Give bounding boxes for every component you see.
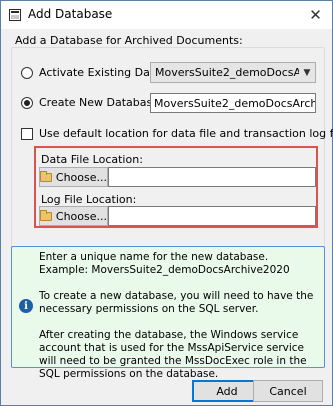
info-text: Enter a unique name for the new database… [39, 251, 318, 381]
new-database-name-field[interactable]: MoversSuite2_demoDocsArchive1 [150, 93, 316, 113]
folder-icon [40, 209, 52, 221]
add-button[interactable]: Add [192, 380, 262, 402]
cancel-button[interactable]: Cancel [253, 380, 323, 402]
add-database-dialog: Add Database ✕ Add a Database for Archiv… [0, 0, 333, 406]
create-new-option[interactable]: Create New Database: [21, 96, 163, 109]
default-location-label: Use default location for data file and t… [39, 127, 333, 140]
activate-existing-radio[interactable] [21, 66, 33, 79]
info-panel: i Enter a unique name for the new databa… [11, 246, 325, 380]
info-permissions-text: To create a new database, you will need … [39, 290, 314, 315]
existing-database-value: MoversSuite2_demoDocsArchive2 [155, 66, 299, 79]
info-icon: i [19, 299, 33, 313]
title-bar: Add Database ✕ [1, 1, 332, 29]
create-new-radio[interactable] [21, 96, 33, 109]
data-file-label: Data File Location: [41, 153, 143, 166]
log-file-choose-button[interactable]: Choose... [39, 206, 108, 226]
info-line-2: Example: MoversSuite2_demoDocsArchive202… [39, 264, 290, 276]
group-title: Add a Database for Archived Documents: [13, 34, 245, 47]
info-service-account-text: After creating the database, the Windows… [39, 329, 307, 380]
log-file-choose-label: Choose... [55, 209, 107, 223]
close-icon[interactable]: ✕ [299, 1, 332, 29]
chevron-down-icon[interactable]: ▼ [299, 68, 315, 78]
existing-database-select[interactable]: MoversSuite2_demoDocsArchive2 ▼ [150, 62, 316, 83]
create-new-label: Create New Database: [39, 96, 163, 109]
info-line-1: Enter a unique name for the new database… [39, 251, 269, 263]
window-title: Add Database [28, 7, 113, 21]
window-icon [9, 9, 21, 21]
data-file-location-field[interactable] [108, 167, 316, 187]
folder-icon [40, 170, 52, 182]
log-file-label: Log File Location: [41, 193, 137, 206]
default-location-option[interactable]: Use default location for data file and t… [21, 127, 333, 140]
default-location-checkbox[interactable] [21, 127, 33, 140]
data-file-choose-button[interactable]: Choose... [39, 167, 108, 187]
log-file-location-field[interactable] [108, 206, 316, 226]
dialog-body: Add a Database for Archived Documents: A… [2, 29, 333, 404]
data-file-choose-label: Choose... [55, 170, 107, 184]
